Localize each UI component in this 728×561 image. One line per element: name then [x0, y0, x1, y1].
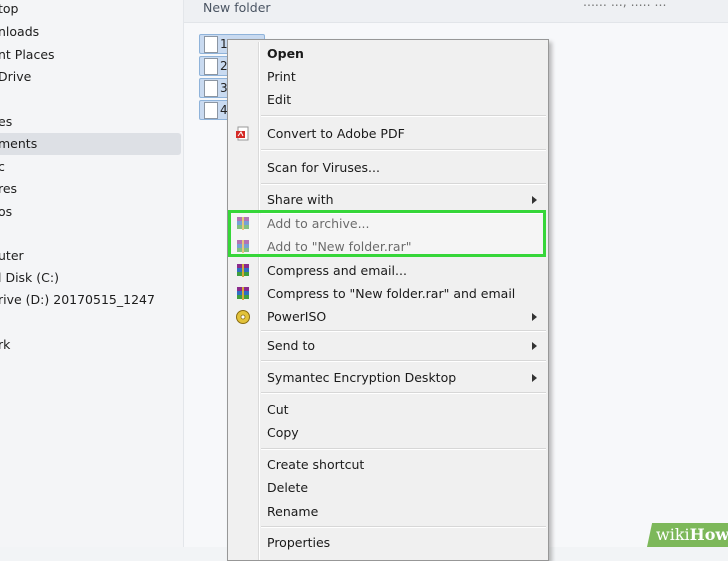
- document-icon: [204, 36, 218, 53]
- menu-separator: [261, 149, 546, 151]
- nav-item-recent-places[interactable]: nt Places: [0, 44, 55, 66]
- menu-separator: [261, 183, 546, 185]
- nav-item-documents-label: ments: [0, 136, 38, 151]
- nav-item-computer[interactable]: uter: [0, 245, 24, 267]
- pdf-icon: [236, 126, 249, 141]
- nav-item-videos[interactable]: os: [0, 201, 12, 223]
- menu-item-properties[interactable]: Properties: [267, 534, 330, 552]
- menu-item-symantec-encryption[interactable]: Symantec Encryption Desktop: [267, 369, 456, 387]
- document-icon: [204, 58, 218, 75]
- document-icon: [204, 102, 218, 119]
- column-header-right[interactable]: ...... ..., ..... ...: [583, 0, 666, 10]
- menu-item-scan-for-viruses[interactable]: Scan for Viruses...: [267, 159, 380, 177]
- menu-item-delete[interactable]: Delete: [267, 479, 308, 497]
- nav-item-music[interactable]: c: [0, 156, 5, 178]
- menu-item-send-to[interactable]: Send to: [267, 337, 315, 355]
- navigation-pane: top nloads nt Places Drive es ments c re…: [0, 0, 184, 547]
- menu-gutter-line-light: [259, 42, 260, 560]
- menu-item-convert-to-pdf[interactable]: Convert to Adobe PDF: [267, 125, 405, 143]
- menu-item-print[interactable]: Print: [267, 68, 296, 86]
- nav-item-downloads[interactable]: nloads: [0, 21, 39, 43]
- nav-item-pictures[interactable]: res: [0, 178, 17, 200]
- winrar-icon: [237, 264, 249, 277]
- nav-item-drive[interactable]: Drive: [0, 66, 31, 88]
- chevron-right-icon: [532, 313, 537, 321]
- winrar-icon: [237, 287, 249, 300]
- menu-item-share-with[interactable]: Share with: [267, 191, 334, 209]
- menu-item-open[interactable]: Open: [267, 45, 304, 63]
- chevron-right-icon: [532, 342, 537, 350]
- menu-separator: [261, 392, 546, 394]
- menu-separator: [261, 360, 546, 362]
- nav-item-network[interactable]: rk: [0, 334, 10, 356]
- menu-item-compress-and-email[interactable]: Compress and email...: [267, 262, 407, 280]
- menu-separator: [261, 115, 546, 117]
- menu-item-copy[interactable]: Copy: [267, 424, 299, 442]
- menu-item-edit[interactable]: Edit: [267, 91, 291, 109]
- menu-separator: [261, 448, 546, 450]
- menu-separator: [261, 330, 546, 332]
- context-menu: Open Print Edit Convert to Adobe PDF Sca…: [227, 39, 549, 561]
- highlight-box: [228, 210, 546, 257]
- menu-item-rename[interactable]: Rename: [267, 503, 318, 521]
- menu-item-cut[interactable]: Cut: [267, 401, 289, 419]
- menu-item-compress-to-rar-and-email[interactable]: Compress to "New folder.rar" and email: [267, 285, 515, 303]
- nav-item-desktop[interactable]: top: [0, 0, 18, 20]
- chevron-right-icon: [532, 196, 537, 204]
- chevron-right-icon: [532, 374, 537, 382]
- nav-item-documents[interactable]: ments: [0, 133, 181, 155]
- nav-item-drive-d[interactable]: rive (D:) 20170515_1247: [0, 289, 155, 311]
- nav-item-local-disk-c[interactable]: l Disk (C:): [0, 267, 59, 289]
- document-icon: [204, 80, 218, 97]
- nav-item-libraries[interactable]: es: [0, 111, 12, 133]
- menu-item-create-shortcut[interactable]: Create shortcut: [267, 456, 364, 474]
- folder-name-header[interactable]: New folder: [203, 0, 271, 16]
- watermark-logo: wikiHow: [656, 525, 728, 544]
- menu-item-poweriso[interactable]: PowerISO: [267, 308, 326, 326]
- menu-separator: [261, 526, 546, 528]
- poweriso-icon: [236, 310, 250, 324]
